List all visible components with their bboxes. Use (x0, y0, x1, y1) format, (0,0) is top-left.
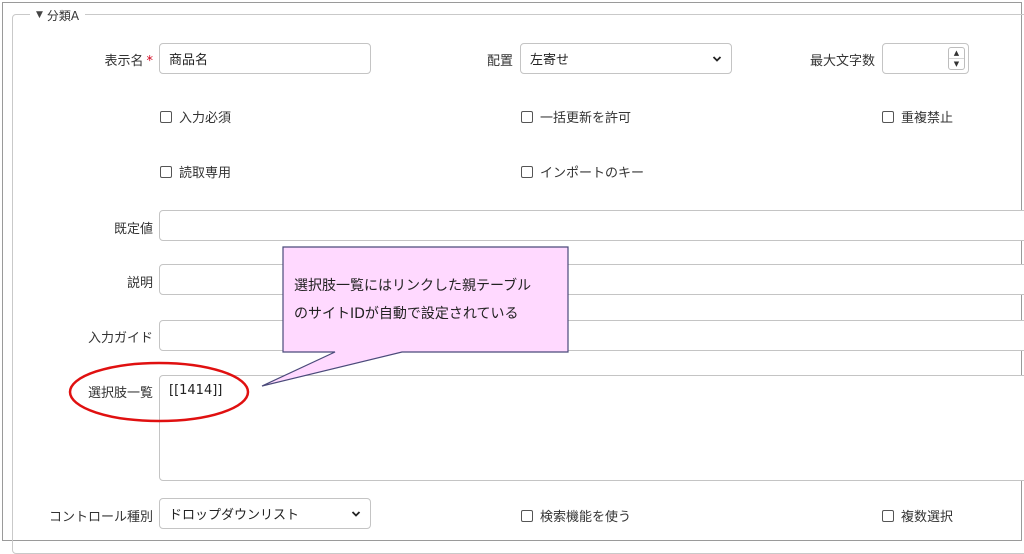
annotation-line-1: 選択肢一覧にはリンクした親テーブル (294, 278, 532, 294)
annotation-text: 選択肢一覧にはリンクした親テーブル のサイトIDが自動で設定されている (294, 272, 564, 328)
annotation-line-2: のサイトIDが自動で設定されている (294, 306, 519, 322)
